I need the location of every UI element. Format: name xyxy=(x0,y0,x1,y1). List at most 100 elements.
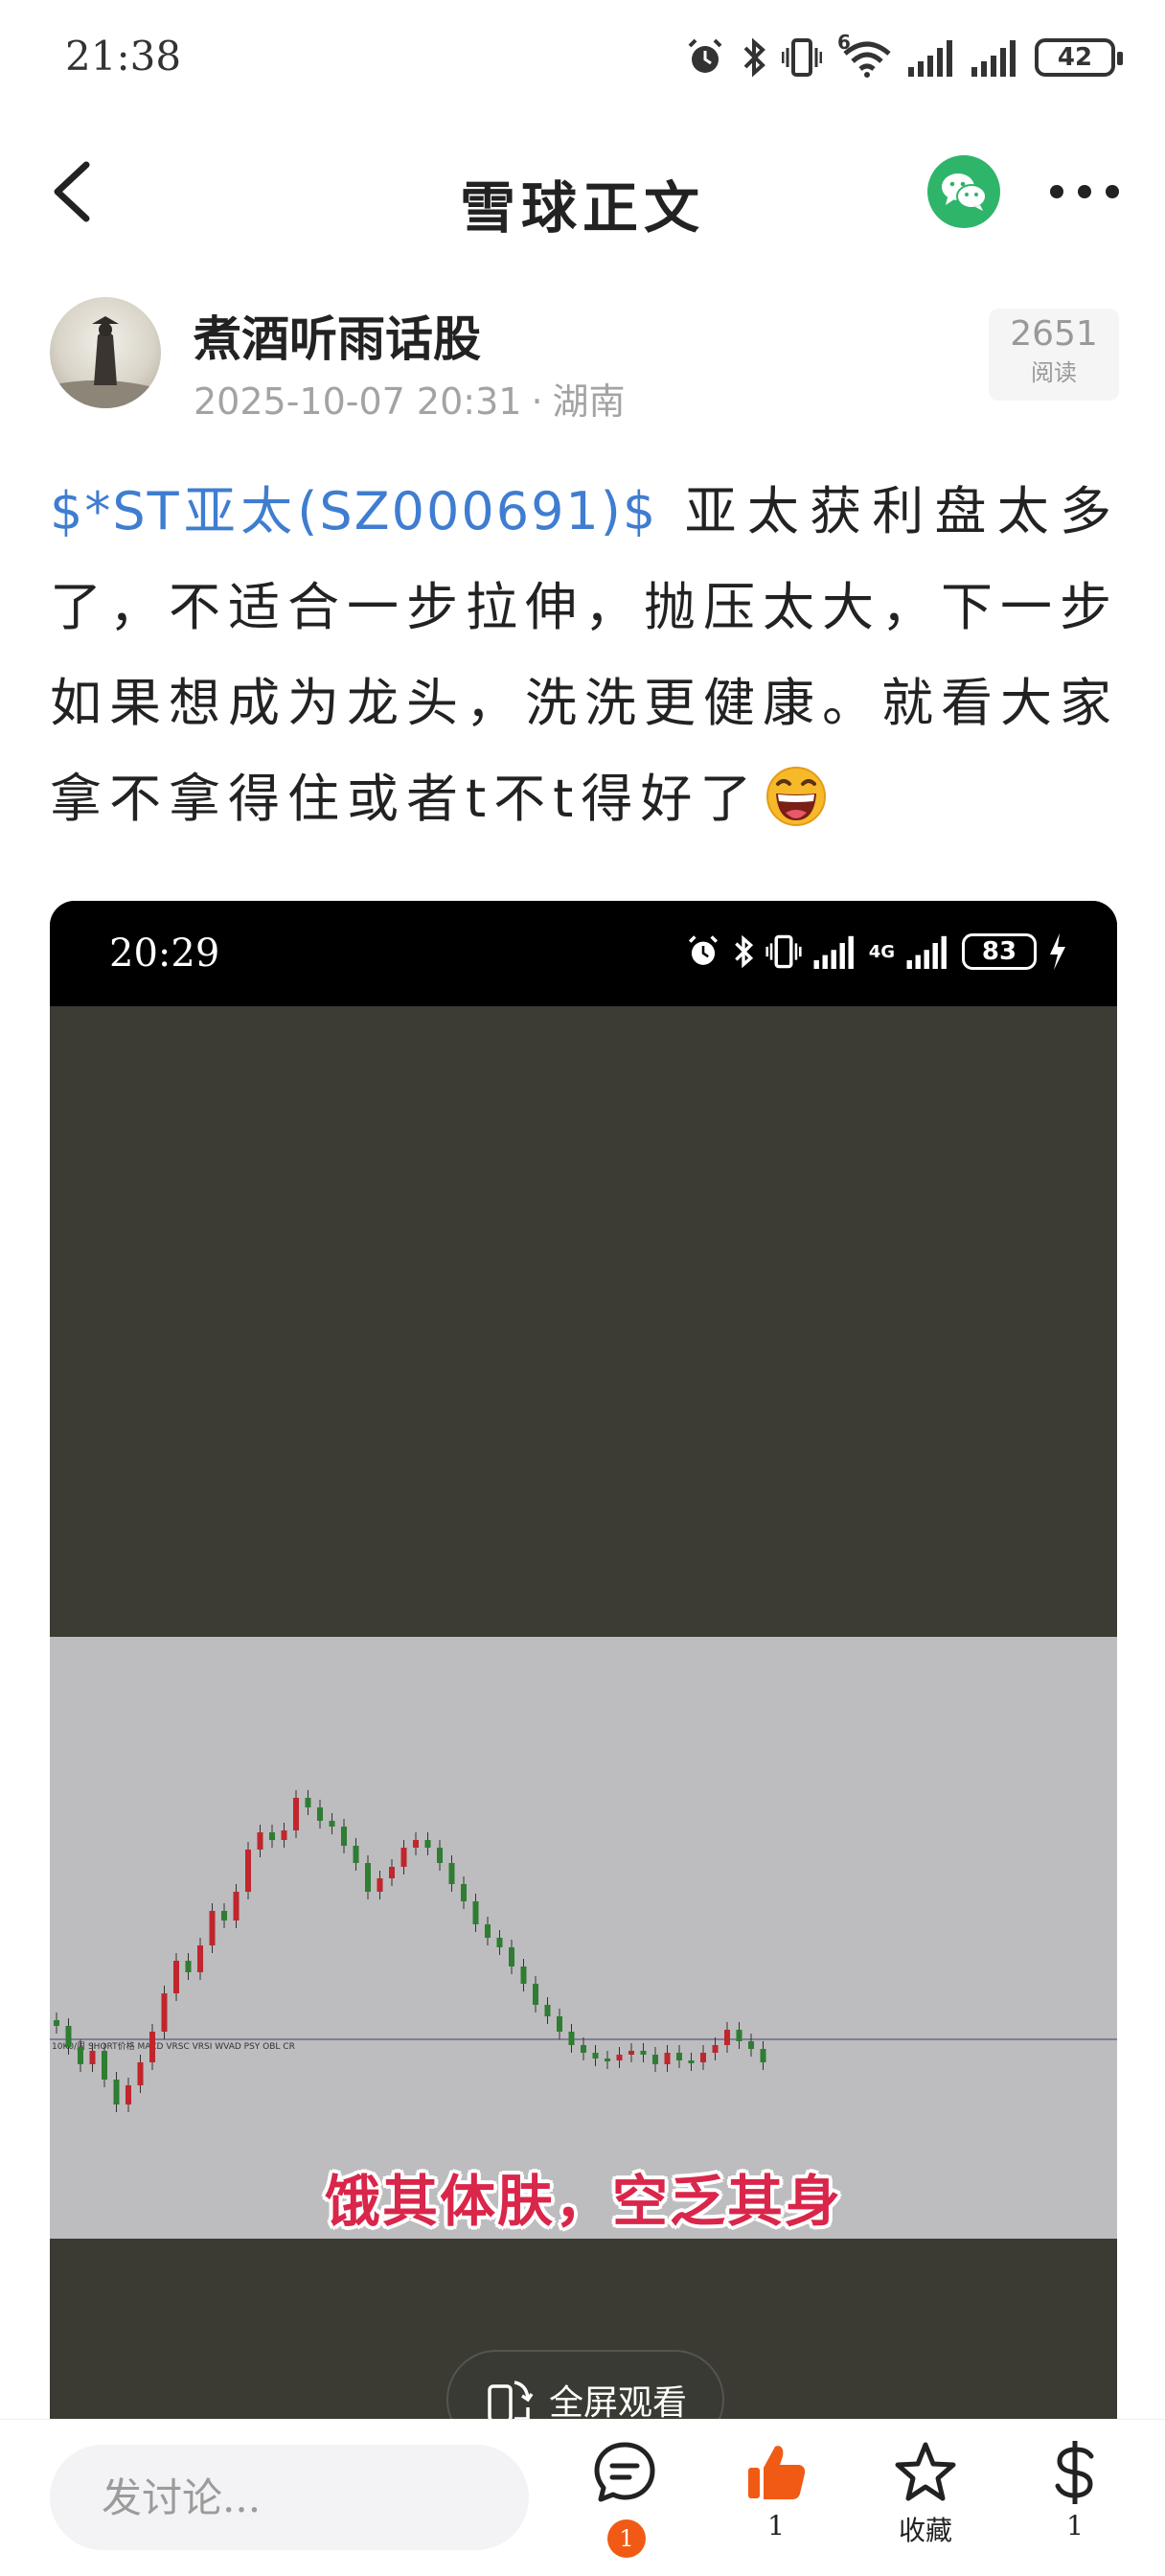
read-count: 2651 xyxy=(1010,314,1098,354)
post-location: 湖南 xyxy=(552,380,626,423)
candle xyxy=(676,2053,682,2060)
candle xyxy=(269,1832,275,1840)
candle xyxy=(305,1798,311,1807)
video-player[interactable]: 20:29 4G 83 10K0/周 SHORT价格 MACD VRSC VRS… xyxy=(50,901,1117,2453)
candle xyxy=(568,2032,575,2045)
candle xyxy=(149,2032,155,2062)
candle xyxy=(700,2053,706,2062)
chart-legend: 10K0/周 SHORT价格 MACD VRSC VRSI WVAD PSY O… xyxy=(52,2040,295,2052)
candle xyxy=(209,1911,216,1945)
status-icons: 6 42 xyxy=(684,31,1123,80)
more-button[interactable] xyxy=(1050,172,1119,211)
candle xyxy=(233,1892,240,1920)
candle xyxy=(389,1867,395,1878)
comment-input[interactable] xyxy=(50,2445,529,2550)
candle xyxy=(353,1846,359,1863)
candle xyxy=(245,1850,251,1892)
post-date: 2025-10-07 20:31 xyxy=(194,380,522,423)
candle xyxy=(281,1830,287,1840)
more-dots-icon xyxy=(1050,185,1063,198)
candlestick-chart: 10K0/周 SHORT价格 MACD VRSC VRSI WVAD PSY O… xyxy=(50,1790,1117,2112)
fullscreen-label: 全屏观看 xyxy=(548,2383,687,2423)
wechat-icon xyxy=(942,173,987,211)
network-type: 4G xyxy=(868,941,895,962)
stock-link[interactable]: $*ST亚太(SZ000691)$ xyxy=(50,481,657,541)
signal-icon xyxy=(908,40,952,77)
video-frame-top xyxy=(50,1006,1117,1637)
candle xyxy=(102,2051,107,2080)
candle xyxy=(173,1961,179,1993)
wifi-icon: 6 xyxy=(837,31,893,79)
candle xyxy=(485,1924,491,1938)
battery-icon: 83 xyxy=(962,933,1037,970)
candle xyxy=(329,1821,335,1827)
favorite-button[interactable]: 收藏 xyxy=(878,2439,973,2573)
battery-icon: 42 xyxy=(1035,38,1123,77)
candle xyxy=(712,2045,719,2053)
avatar[interactable] xyxy=(50,297,161,408)
favorite-label: 收藏 xyxy=(898,2515,952,2546)
signal-icon xyxy=(971,40,1016,77)
candle xyxy=(377,1878,383,1892)
bluetooth-icon xyxy=(743,37,765,78)
candle xyxy=(257,1832,263,1850)
read-count-label: 阅读 xyxy=(1031,359,1077,386)
thumbs-up-icon xyxy=(748,2446,806,2499)
candle xyxy=(664,2053,671,2064)
candle xyxy=(293,1798,299,1830)
candle xyxy=(557,2016,562,2032)
candle xyxy=(413,1840,419,1848)
candle xyxy=(640,2051,647,2055)
wechat-share-button[interactable] xyxy=(927,155,1000,228)
star-icon xyxy=(895,2442,956,2501)
candle xyxy=(605,2058,610,2061)
post-meta: 2025-10-07 20:31 · 湖南 xyxy=(194,372,626,425)
candle xyxy=(688,2060,695,2063)
vibrate-icon xyxy=(782,38,822,77)
candle xyxy=(544,2005,551,2016)
like-count: 1 xyxy=(767,2510,785,2542)
reward-count: 1 xyxy=(1066,2510,1084,2542)
candle xyxy=(317,1807,323,1821)
like-button[interactable]: 1 xyxy=(728,2439,824,2573)
author-name[interactable]: 煮酒听雨话股 xyxy=(194,301,481,370)
candle xyxy=(448,1863,455,1884)
candle xyxy=(185,1961,192,1972)
candle xyxy=(520,1966,527,1984)
author-row: 煮酒听雨话股 2025-10-07 20:31 · 湖南 2651 阅读 xyxy=(50,297,1119,423)
candle xyxy=(509,1947,514,1966)
candle xyxy=(89,2051,96,2064)
signal-icon xyxy=(813,935,854,969)
meta-separator: · xyxy=(531,380,543,423)
candle xyxy=(78,2047,83,2064)
video-caption: 饿其体肤，空乏其身 xyxy=(324,2169,842,2234)
post-body: $*ST亚太(SZ000691)$ 亚太获利盘太多了，不适合一步拉伸，抛压太大，… xyxy=(50,464,1119,847)
status-bar: 21:38 6 42 xyxy=(0,0,1165,115)
candle xyxy=(197,1945,203,1972)
alarm-icon xyxy=(688,38,722,73)
video-status-bar: 20:29 4G 83 xyxy=(50,901,1117,1006)
candle xyxy=(616,2055,623,2060)
candle xyxy=(341,1827,347,1846)
signal-icon xyxy=(906,935,947,969)
video-chart-frame: 10K0/周 SHORT价格 MACD VRSC VRSI WVAD PSY O… xyxy=(50,1637,1117,2239)
candle xyxy=(496,1938,503,1947)
comment-icon xyxy=(594,2442,655,2502)
candle xyxy=(424,1840,431,1848)
read-count-badge: 2651 阅读 xyxy=(989,309,1119,401)
candle xyxy=(221,1911,227,1920)
grinning-face-emoji-icon xyxy=(766,767,827,826)
reward-button[interactable]: 1 xyxy=(1027,2439,1123,2573)
candle xyxy=(113,2080,120,2104)
candles xyxy=(54,1790,766,2112)
comment-button[interactable]: 1 xyxy=(577,2439,673,2573)
candle xyxy=(760,2049,766,2062)
vibrate-icon xyxy=(765,934,802,969)
alarm-icon xyxy=(688,935,718,965)
candle xyxy=(161,1993,168,2032)
candle xyxy=(472,1901,479,1924)
candle xyxy=(126,2085,131,2104)
candle xyxy=(365,1863,371,1892)
candle xyxy=(748,2041,754,2049)
candle xyxy=(54,2020,59,2026)
